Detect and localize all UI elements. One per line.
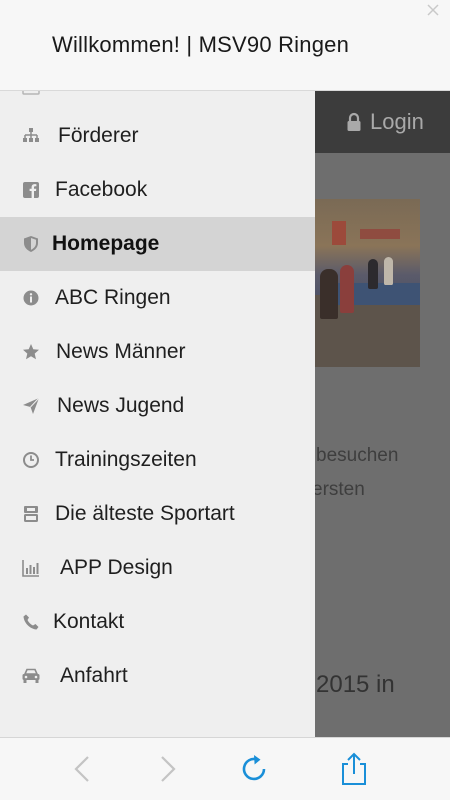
car-icon [21, 666, 41, 686]
menu-item-homepage[interactable]: Homepage [0, 217, 315, 271]
chevron-left-icon[interactable] [66, 752, 100, 786]
menu-item-label: Facebook [55, 178, 148, 201]
title-bar: Willkommen! | MSV90 Ringen [0, 0, 450, 91]
page-title: Willkommen! | MSV90 Ringen [52, 32, 350, 57]
lock-icon [346, 112, 362, 132]
login-button[interactable]: Login [346, 109, 424, 135]
phone-icon [21, 612, 41, 632]
browser-toolbar [0, 737, 450, 800]
menu-item-app-design[interactable]: APP Design [0, 541, 315, 595]
menu-item-label: APP Design [60, 556, 173, 579]
menu-item-label: News Jugend [57, 394, 185, 417]
info-icon [21, 288, 41, 308]
menu-item-kontakt[interactable]: Kontakt [0, 595, 315, 649]
menu-item-news-jugend[interactable]: News Jugend [0, 379, 315, 433]
menu-item-foerderer[interactable]: Förderer [0, 109, 315, 163]
page-text-line: ersten [312, 479, 365, 500]
nav-drawer: Förderer Facebook Homepage ABC Ringen Ne… [0, 91, 315, 737]
sitemap-icon [21, 126, 41, 146]
menu-item-label: Anfahrt [60, 664, 128, 687]
menu-item-label: Trainingszeiten [55, 448, 197, 471]
menu-item-anfahrt[interactable]: Anfahrt [0, 649, 315, 703]
chevron-right-icon[interactable] [150, 752, 184, 786]
menu-item-label: Homepage [52, 232, 160, 255]
menu-item-aelteste-sportart[interactable]: Die älteste Sportart [0, 487, 315, 541]
partial-icon [22, 91, 40, 95]
reload-icon[interactable] [238, 752, 272, 786]
page-text-line: 2015 in [316, 671, 395, 698]
menu-item-label: ABC Ringen [55, 286, 171, 309]
menu-item-trainingszeiten[interactable]: Trainingszeiten [0, 433, 315, 487]
paper-plane-icon [21, 396, 41, 416]
gym-photo [312, 199, 420, 367]
menu-item-facebook[interactable]: Facebook [0, 163, 315, 217]
facebook-icon [21, 180, 41, 200]
close-icon[interactable] [426, 3, 440, 17]
menu-item-abc-ringen[interactable]: ABC Ringen [0, 271, 315, 325]
login-label: Login [370, 109, 424, 134]
menu-item-label: Förderer [58, 124, 139, 147]
shield-icon [21, 234, 41, 254]
star-icon [21, 342, 41, 362]
menu-item-label: Die älteste Sportart [55, 502, 235, 525]
menu-item-label: News Männer [56, 340, 186, 363]
menu-item-label: Kontakt [53, 610, 125, 633]
menu-item-news-maenner[interactable]: News Männer [0, 325, 315, 379]
clock-icon [21, 450, 41, 470]
bar-chart-icon [21, 558, 41, 578]
share-icon[interactable] [337, 752, 371, 786]
page-text-line: besuchen [316, 445, 399, 466]
youtube-icon [21, 504, 41, 524]
